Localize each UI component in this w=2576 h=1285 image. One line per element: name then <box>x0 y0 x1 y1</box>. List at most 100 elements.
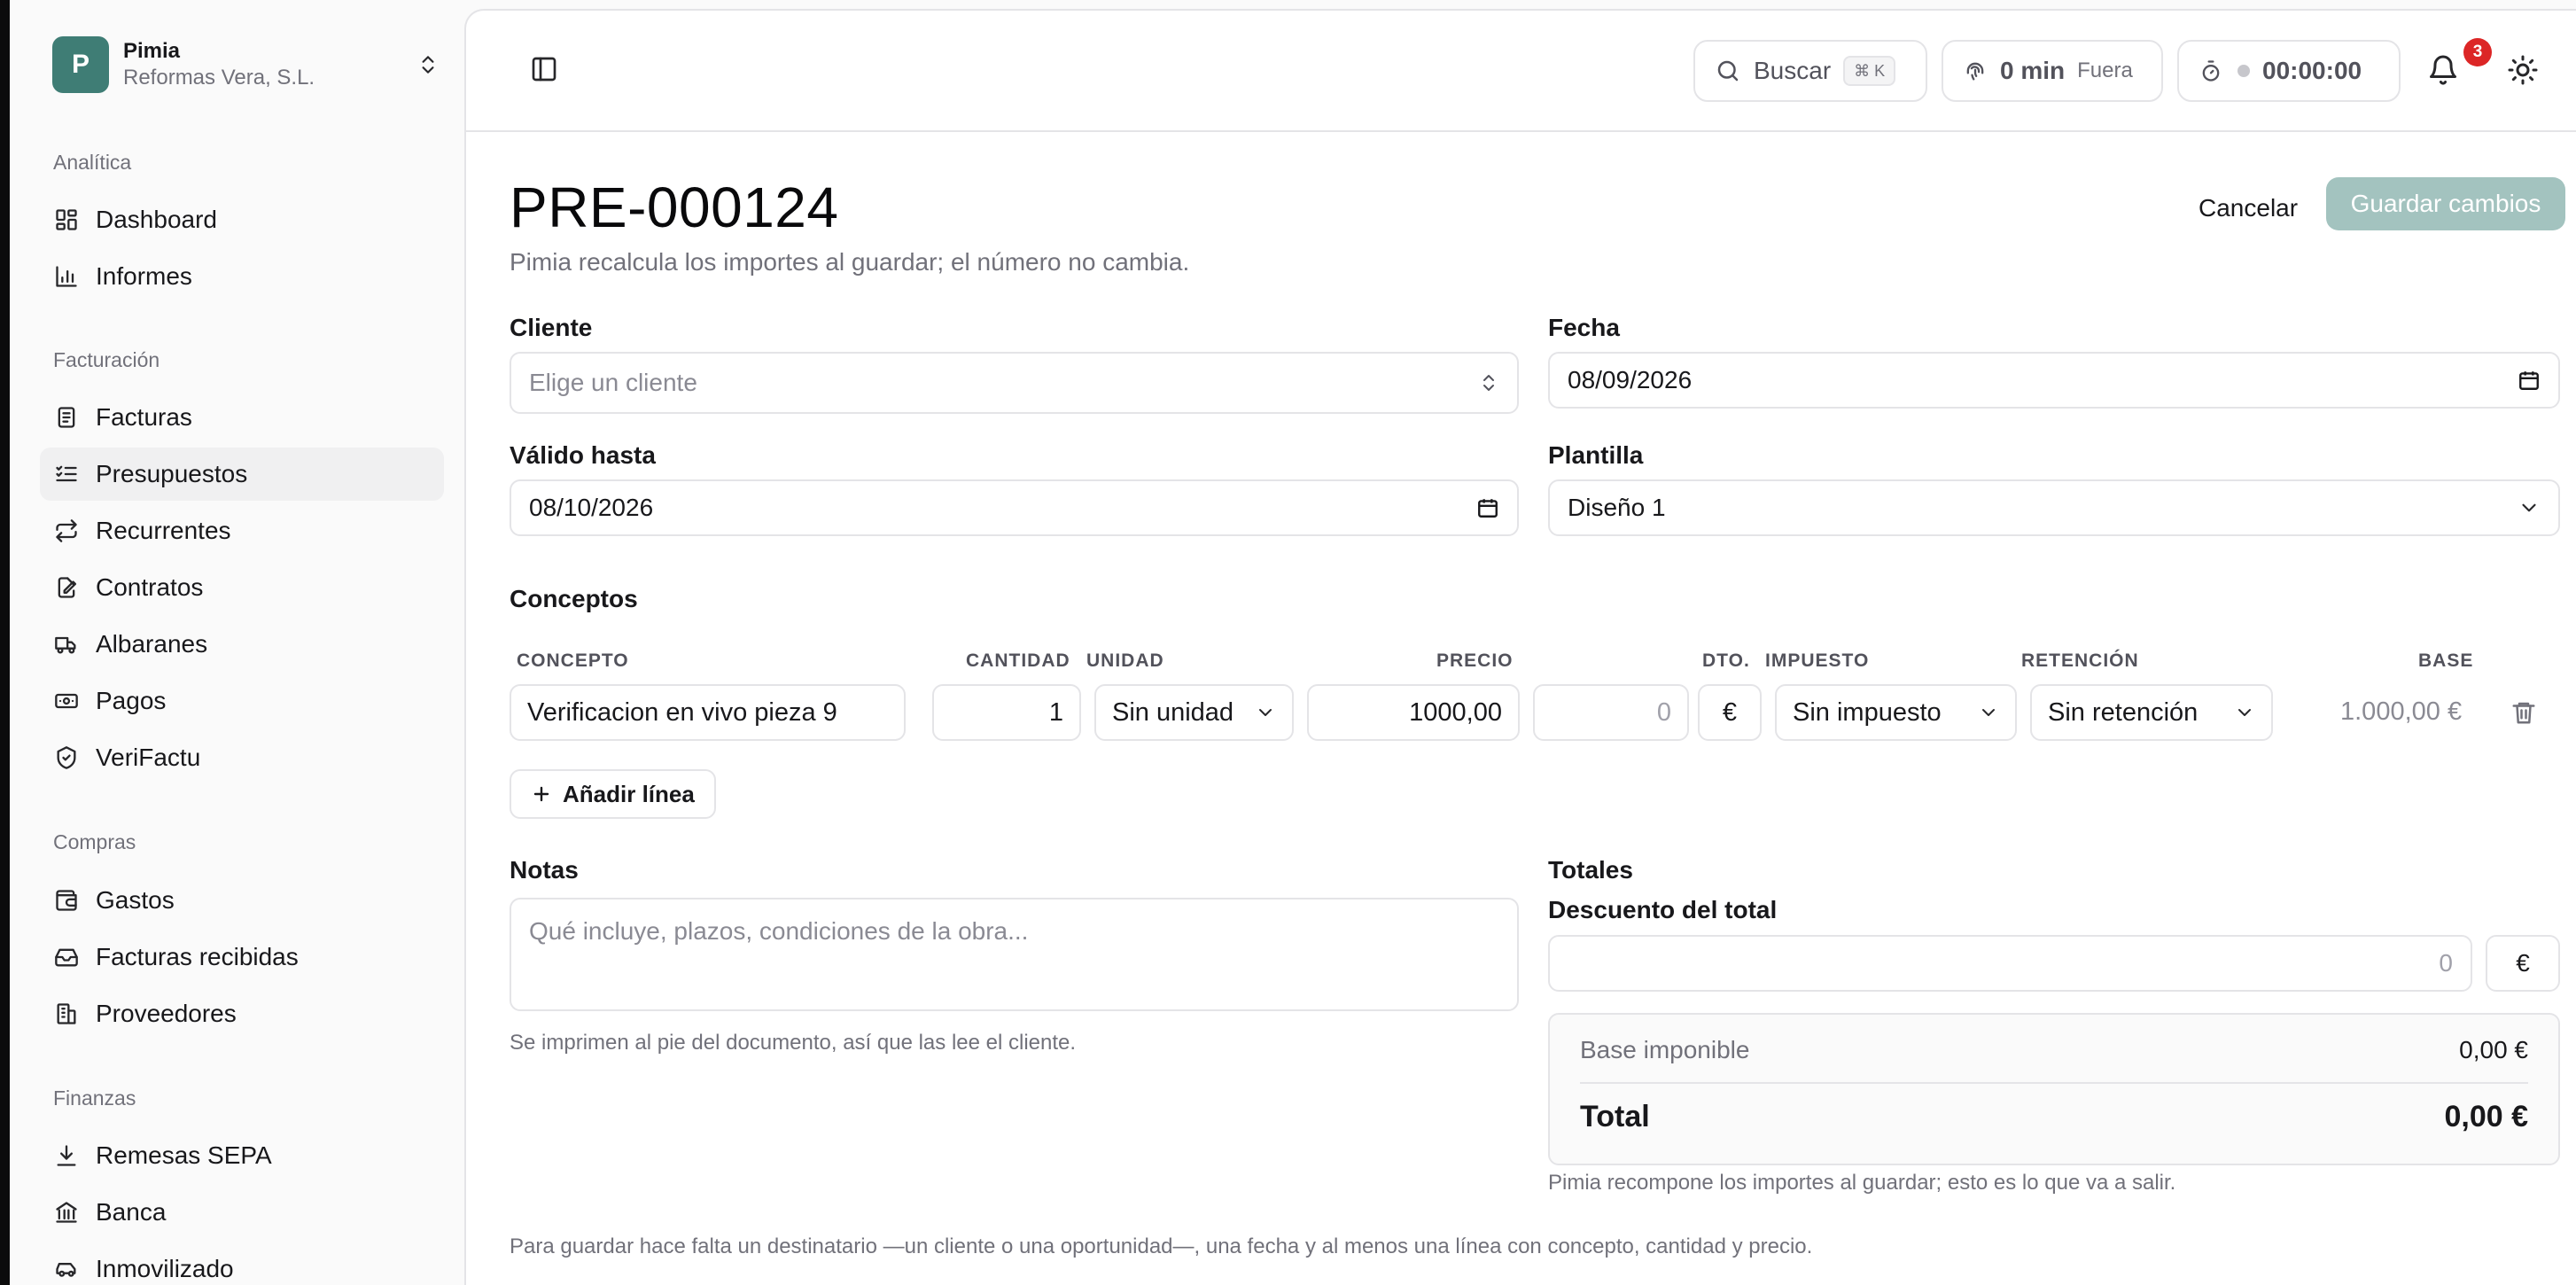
cancel-button[interactable]: Cancelar <box>2183 181 2314 236</box>
sidebar-item-remesas-sepa[interactable]: Remesas SEPA <box>40 1129 444 1182</box>
sidebar-item-facturas-recibidas[interactable]: Facturas recibidas <box>40 931 444 984</box>
total-value: 0,00 € <box>2444 1100 2528 1133</box>
line-tax-select[interactable]: Sin impuesto <box>1775 684 2017 741</box>
client-label: Cliente <box>510 314 593 341</box>
line-quantity-input[interactable]: 1 <box>932 684 1081 741</box>
total-discount-label: Descuento del total <box>1548 896 1778 923</box>
stopwatch-icon <box>2199 58 2223 83</box>
timer-value: 00:00:00 <box>2262 57 2362 84</box>
repeat-icon <box>53 518 80 544</box>
dashboard-icon <box>53 206 80 233</box>
template-label: Plantilla <box>1548 441 1644 469</box>
notes-hint: Se imprimen al pie del documento, así qu… <box>510 1031 1077 1055</box>
sidebar-item-label: Pagos <box>96 687 167 714</box>
bank-icon <box>53 1199 80 1226</box>
download-icon <box>53 1142 80 1169</box>
sidebar-item-label: Banca <box>96 1198 167 1226</box>
sidebar-item-contratos[interactable]: Contratos <box>40 561 444 614</box>
sidebar-item-albaranes[interactable]: Albaranes <box>40 618 444 671</box>
delete-line-button[interactable] <box>2509 697 2539 728</box>
inbox-icon <box>53 944 80 970</box>
line-retention-select[interactable]: Sin retención <box>2030 684 2273 741</box>
clock-minutes: 0 min <box>2000 57 2066 84</box>
group-label-analitica: Analítica <box>53 151 132 174</box>
sidebar-item-label: Albaranes <box>96 630 208 658</box>
col-header-discount: DTO. <box>1702 650 1750 671</box>
line-price-input[interactable]: 1000,00 <box>1307 684 1520 741</box>
line-concept-input[interactable]: Verificacion en vivo pieza 9 <box>510 684 906 741</box>
concepts-label: Conceptos <box>510 585 638 612</box>
sidebar-item-inmovilizado[interactable]: Inmovilizado <box>40 1242 444 1285</box>
sun-icon <box>2507 54 2539 90</box>
document-icon <box>53 404 80 431</box>
sidebar-item-label: Dashboard <box>96 206 217 233</box>
line-discount-input[interactable]: 0 <box>1533 684 1689 741</box>
sidebar-toggle-button[interactable] <box>526 53 562 89</box>
sidebar-item-verifactu[interactable]: VeriFactu <box>40 731 444 784</box>
main-panel: Buscar ⌘ K 0 min Fuera 00:00:00 3 PRE-00… <box>464 9 2576 1285</box>
notes-textarea[interactable]: Qué incluye, plazos, condiciones de la o… <box>510 898 1519 1011</box>
col-header-unit: UNIDAD <box>1086 650 1164 671</box>
sidebar: P Pimia Reformas Vera, S.L. Analítica Da… <box>10 0 464 1285</box>
plus-icon <box>531 783 552 805</box>
sidebar-item-facturas[interactable]: Facturas <box>40 391 444 444</box>
total-discount-type-toggle[interactable]: € <box>2486 935 2560 992</box>
timer-button[interactable]: 00:00:00 <box>2177 40 2401 102</box>
fingerprint-icon <box>1963 58 1988 83</box>
line-unit-select[interactable]: Sin unidad <box>1094 684 1294 741</box>
chevron-down-icon <box>2518 496 2541 519</box>
sidebar-item-label: Recurrentes <box>96 517 231 544</box>
sidebar-item-label: Facturas recibidas <box>96 943 299 970</box>
sidebar-item-banca[interactable]: Banca <box>40 1186 444 1239</box>
sidebar-item-recurrentes[interactable]: Recurrentes <box>40 504 444 557</box>
add-line-button[interactable]: Añadir línea <box>510 769 716 819</box>
add-line-label: Añadir línea <box>563 780 695 807</box>
group-label-compras: Compras <box>53 830 136 853</box>
total-label: Total <box>1580 1100 1650 1133</box>
bell-icon <box>2427 54 2459 90</box>
shield-check-icon <box>53 744 80 771</box>
file-edit-icon <box>53 574 80 601</box>
page-subtitle: Pimia recalcula los importes al guardar;… <box>510 248 1190 276</box>
org-switcher[interactable]: P Pimia Reformas Vera, S.L. <box>52 35 442 94</box>
calendar-icon <box>2518 369 2541 392</box>
col-header-quantity: CANTIDAD <box>966 650 1070 671</box>
col-header-price: PRECIO <box>1436 650 1514 671</box>
valid-until-input[interactable]: 08/10/2026 <box>510 479 1519 536</box>
sidebar-item-label: Proveedores <box>96 1000 237 1027</box>
chevron-down-icon <box>1978 702 1999 723</box>
totals-summary: Base imponible 0,00 € Total 0,00 € <box>1548 1013 2560 1165</box>
client-select[interactable]: Elige un cliente <box>510 352 1519 414</box>
clock-status: Fuera <box>2077 58 2133 82</box>
panel-left-icon <box>530 55 558 88</box>
group-label-facturacion: Facturación <box>53 348 160 371</box>
truck-icon <box>53 631 80 658</box>
search-button[interactable]: Buscar ⌘ K <box>1693 40 1927 102</box>
total-discount-input[interactable]: 0 <box>1548 935 2472 992</box>
date-input[interactable]: 08/09/2026 <box>1548 352 2560 409</box>
search-shortcut: ⌘ K <box>1843 56 1896 86</box>
sidebar-item-pagos[interactable]: Pagos <box>40 674 444 728</box>
sidebar-item-proveedores[interactable]: Proveedores <box>40 987 444 1040</box>
clock-in-button[interactable]: 0 min Fuera <box>1942 40 2163 102</box>
line-discount-type-toggle[interactable]: € <box>1698 684 1762 741</box>
chevron-down-icon <box>2234 702 2255 723</box>
col-header-concept: CONCEPTO <box>517 650 629 671</box>
taxable-base-label: Base imponible <box>1580 1036 1750 1063</box>
sidebar-item-label: Presupuestos <box>96 460 248 487</box>
theme-toggle-button[interactable] <box>2504 53 2541 90</box>
save-changes-button[interactable]: Guardar cambios <box>2326 177 2565 230</box>
sidebar-item-gastos[interactable]: Gastos <box>40 874 444 927</box>
sidebar-item-label: Contratos <box>96 573 204 601</box>
sidebar-item-label: Gastos <box>96 886 175 914</box>
building-icon <box>53 1001 80 1027</box>
sidebar-item-presupuestos[interactable]: Presupuestos <box>40 448 444 501</box>
notes-label: Notas <box>510 856 579 884</box>
template-select[interactable]: Diseño 1 <box>1548 479 2560 536</box>
sidebar-item-informes[interactable]: Informes <box>40 250 444 303</box>
notifications-button[interactable] <box>2424 53 2462 90</box>
client-placeholder: Elige un cliente <box>529 369 697 396</box>
sidebar-item-dashboard[interactable]: Dashboard <box>40 193 444 246</box>
line-base-value: 1.000,00 € <box>2340 697 2463 726</box>
sidebar-item-label: VeriFactu <box>96 744 201 771</box>
